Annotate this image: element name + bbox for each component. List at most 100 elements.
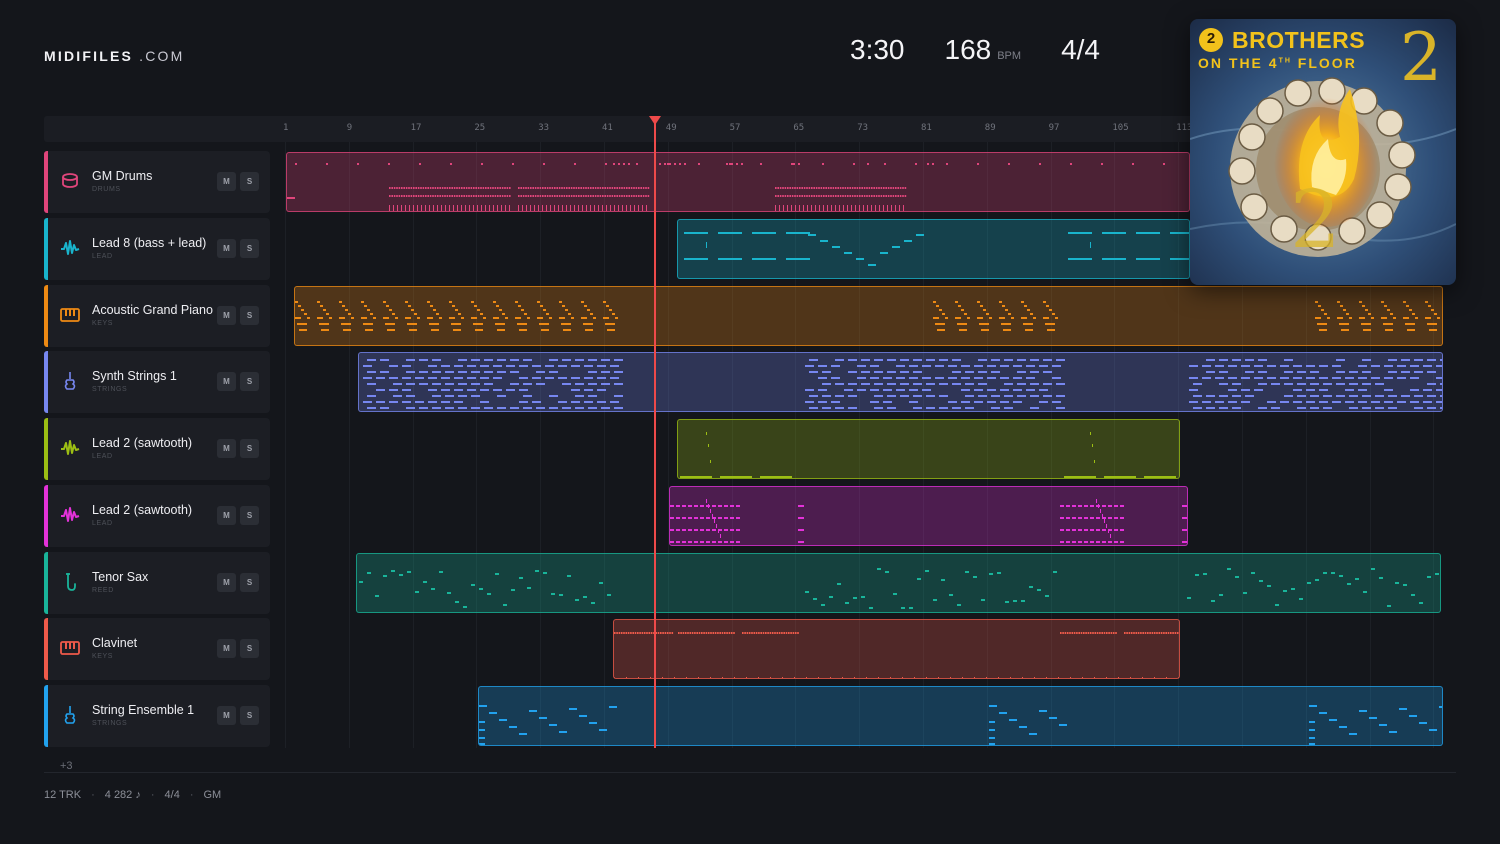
- track-color-bar: [44, 351, 48, 414]
- track-color-bar: [44, 217, 48, 280]
- track-color-bar: [44, 551, 48, 614]
- grid-line: [348, 142, 350, 748]
- ruler-tick-label: 89: [984, 123, 996, 133]
- midi-clip[interactable]: [669, 485, 1188, 546]
- midi-clip[interactable]: [294, 285, 1443, 346]
- solo-button[interactable]: S: [240, 706, 259, 725]
- album-subtitle: ON THE 4TH FLOOR: [1198, 55, 1357, 71]
- track-name: GM Drums: [92, 169, 153, 183]
- footer-stats: 12 TRK · 4 282 ♪ · 4/4 · GM: [44, 789, 222, 801]
- mute-button[interactable]: M: [217, 706, 236, 725]
- brand-name: MIDIFILES: [44, 48, 134, 64]
- track-color-bar: [44, 151, 48, 213]
- wave-icon: [60, 238, 80, 258]
- grid-line: [412, 142, 414, 748]
- footer-signature: 4/4: [164, 789, 180, 801]
- note-pattern: [287, 163, 1165, 211]
- midi-clip[interactable]: [286, 152, 1190, 212]
- track-header[interactable]: Lead 2 (sawtooth) LEAD M S: [44, 484, 270, 547]
- ruler-tick-label: 65: [793, 123, 805, 133]
- drum-icon: [60, 171, 80, 191]
- ruler-tick-label: 49: [665, 123, 677, 133]
- ruler-tick-label: 41: [602, 123, 613, 133]
- solo-button[interactable]: S: [240, 372, 259, 392]
- track-color-bar: [44, 484, 48, 547]
- solo-button[interactable]: S: [240, 305, 259, 325]
- track-color-bar: [44, 284, 48, 347]
- sax-icon: [60, 572, 80, 592]
- midi-clip[interactable]: [478, 686, 1443, 746]
- midi-clip[interactable]: [358, 352, 1443, 413]
- grid-line: [285, 142, 286, 748]
- album-subtitle-post: FLOOR: [1291, 55, 1357, 71]
- mute-button[interactable]: M: [217, 572, 236, 592]
- track-header[interactable]: Synth Strings 1 STRINGS M S: [44, 351, 270, 414]
- track-header[interactable]: Tenor Sax REED M S: [44, 551, 270, 614]
- album-subtitle-text: ON THE 4: [1198, 55, 1279, 71]
- ruler-tick-label: 73: [857, 123, 869, 133]
- track-header[interactable]: Lead 2 (sawtooth) LEAD M S: [44, 418, 270, 480]
- track-category: KEYS: [92, 319, 114, 327]
- solo-button[interactable]: S: [240, 572, 259, 592]
- midi-clip[interactable]: [677, 218, 1190, 279]
- track-category: STRINGS: [92, 720, 128, 727]
- ruler-tick-label: 57: [729, 123, 741, 133]
- note-pattern: [363, 359, 1442, 410]
- more-tracks-indicator[interactable]: +3: [60, 760, 73, 772]
- track-color-bar: [44, 685, 48, 747]
- grid-line: [476, 142, 478, 748]
- note-pattern: [680, 432, 1176, 478]
- ruler-tick-label: 33: [538, 123, 550, 133]
- solo-button[interactable]: S: [240, 439, 259, 458]
- mute-button[interactable]: M: [217, 372, 236, 392]
- album-big-two-overlay: 2: [1290, 173, 1341, 266]
- midi-clip[interactable]: [613, 619, 1180, 680]
- track-header[interactable]: String Ensemble 1 STRINGS M S: [44, 685, 270, 747]
- grid-line: [604, 142, 605, 748]
- track-name: String Ensemble 1: [92, 703, 195, 717]
- album-title: BROTHERS: [1232, 27, 1366, 53]
- solo-button[interactable]: S: [240, 172, 259, 191]
- track-count: 12 TRK: [44, 789, 82, 801]
- track-category: LEAD: [92, 519, 113, 527]
- track-category: LEAD: [92, 453, 113, 460]
- brand-logo: MIDIFILES .COM: [44, 48, 184, 64]
- tempo-unit: BPM: [997, 50, 1022, 62]
- track-name: Acoustic Grand Piano: [92, 302, 213, 317]
- mute-button[interactable]: M: [217, 439, 236, 458]
- track-category: KEYS: [92, 653, 114, 661]
- mute-button[interactable]: M: [217, 305, 236, 325]
- track-header[interactable]: Clavinet KEYS M S: [44, 618, 270, 681]
- midi-clip[interactable]: [356, 552, 1441, 613]
- mute-button[interactable]: M: [217, 172, 236, 191]
- note-count: 4 282 ♪: [104, 789, 141, 801]
- track-name: Lead 2 (sawtooth): [92, 502, 193, 517]
- playhead-marker-icon[interactable]: [649, 116, 661, 125]
- transport-stats: 3:30 168 BPM 4/4: [850, 34, 1100, 74]
- midi-standard: GM: [203, 789, 222, 801]
- track-name: Lead 2 (sawtooth): [92, 436, 193, 450]
- solo-button[interactable]: S: [240, 505, 259, 525]
- ruler-tick-label: 97: [1048, 123, 1060, 133]
- track-color-bar: [44, 418, 48, 480]
- mute-button[interactable]: M: [217, 505, 236, 525]
- mute-button[interactable]: M: [217, 639, 236, 659]
- track-header[interactable]: GM Drums DRUMS M S: [44, 151, 270, 213]
- mute-button[interactable]: M: [217, 238, 236, 258]
- track-header[interactable]: Acoustic Grand Piano KEYS M S: [44, 284, 270, 347]
- solo-button[interactable]: S: [240, 639, 259, 659]
- wave-icon: [60, 438, 80, 458]
- note-pattern: [479, 705, 1442, 745]
- track-category: LEAD: [92, 252, 113, 260]
- footer-divider: [44, 772, 1456, 773]
- brand-suffix: .COM: [139, 48, 185, 64]
- playhead[interactable]: [654, 120, 656, 748]
- note-pattern: [670, 498, 1187, 543]
- wave-icon: [60, 505, 80, 525]
- track-category: REED: [92, 586, 114, 594]
- solo-button[interactable]: S: [240, 238, 259, 258]
- keys-icon: [60, 305, 80, 325]
- midi-clip[interactable]: [677, 419, 1180, 479]
- track-header[interactable]: Lead 8 (bass + lead) LEAD M S: [44, 217, 270, 280]
- track-color-bar: [44, 618, 48, 681]
